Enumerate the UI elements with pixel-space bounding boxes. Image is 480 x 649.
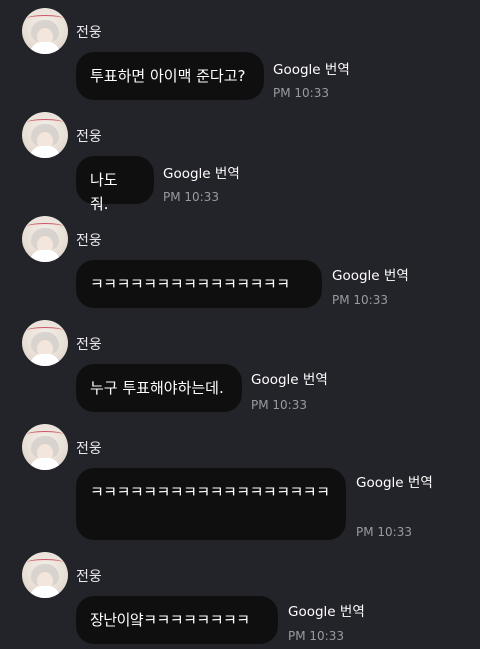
google-translate-link[interactable]: Google 번역 xyxy=(273,58,350,78)
message-bubble[interactable]: 장난이얔ㅋㅋㅋㅋㅋㅋㅋㅋ xyxy=(76,596,278,644)
avatar[interactable] xyxy=(22,424,68,470)
sender-name: 전웅 xyxy=(76,337,102,353)
message-time: PM 10:33 xyxy=(163,190,219,204)
google-translate-link[interactable]: Google 번역 xyxy=(251,368,328,388)
avatar[interactable] xyxy=(22,552,68,598)
message-bubble[interactable]: ㅋㅋㅋㅋㅋㅋㅋㅋㅋㅋㅋㅋㅋㅋㅋㅋㅋㅋ xyxy=(76,468,346,540)
google-translate-link[interactable]: Google 번역 xyxy=(356,471,433,491)
message-bubble[interactable]: 나도 줘. xyxy=(76,156,154,213)
google-translate-link[interactable]: Google 번역 xyxy=(163,162,240,182)
message-time: PM 10:33 xyxy=(273,86,329,100)
message-time: PM 10:33 xyxy=(332,293,388,307)
sender-name: 전웅 xyxy=(76,129,102,145)
message-time: PM 10:33 xyxy=(251,398,307,412)
avatar[interactable] xyxy=(22,216,68,262)
avatar[interactable] xyxy=(22,8,68,54)
message-time: PM 10:33 xyxy=(356,525,412,539)
avatar[interactable] xyxy=(22,320,68,366)
google-translate-link[interactable]: Google 번역 xyxy=(288,600,365,620)
sender-name: 전웅 xyxy=(76,441,102,457)
message-bubble[interactable]: 누구 투표해야하는데. xyxy=(76,364,242,412)
message-bubble[interactable]: ㅋㅋㅋㅋㅋㅋㅋㅋㅋㅋㅋㅋㅋㅋㅋ xyxy=(76,260,322,308)
message-bubble[interactable]: 투표하면 아이맥 준다고? xyxy=(76,52,264,100)
message-time: PM 10:33 xyxy=(288,629,344,643)
sender-name: 전웅 xyxy=(76,569,102,585)
google-translate-link[interactable]: Google 번역 xyxy=(332,264,409,284)
sender-name: 전웅 xyxy=(76,233,102,249)
avatar[interactable] xyxy=(22,112,68,158)
sender-name: 전웅 xyxy=(76,25,102,41)
